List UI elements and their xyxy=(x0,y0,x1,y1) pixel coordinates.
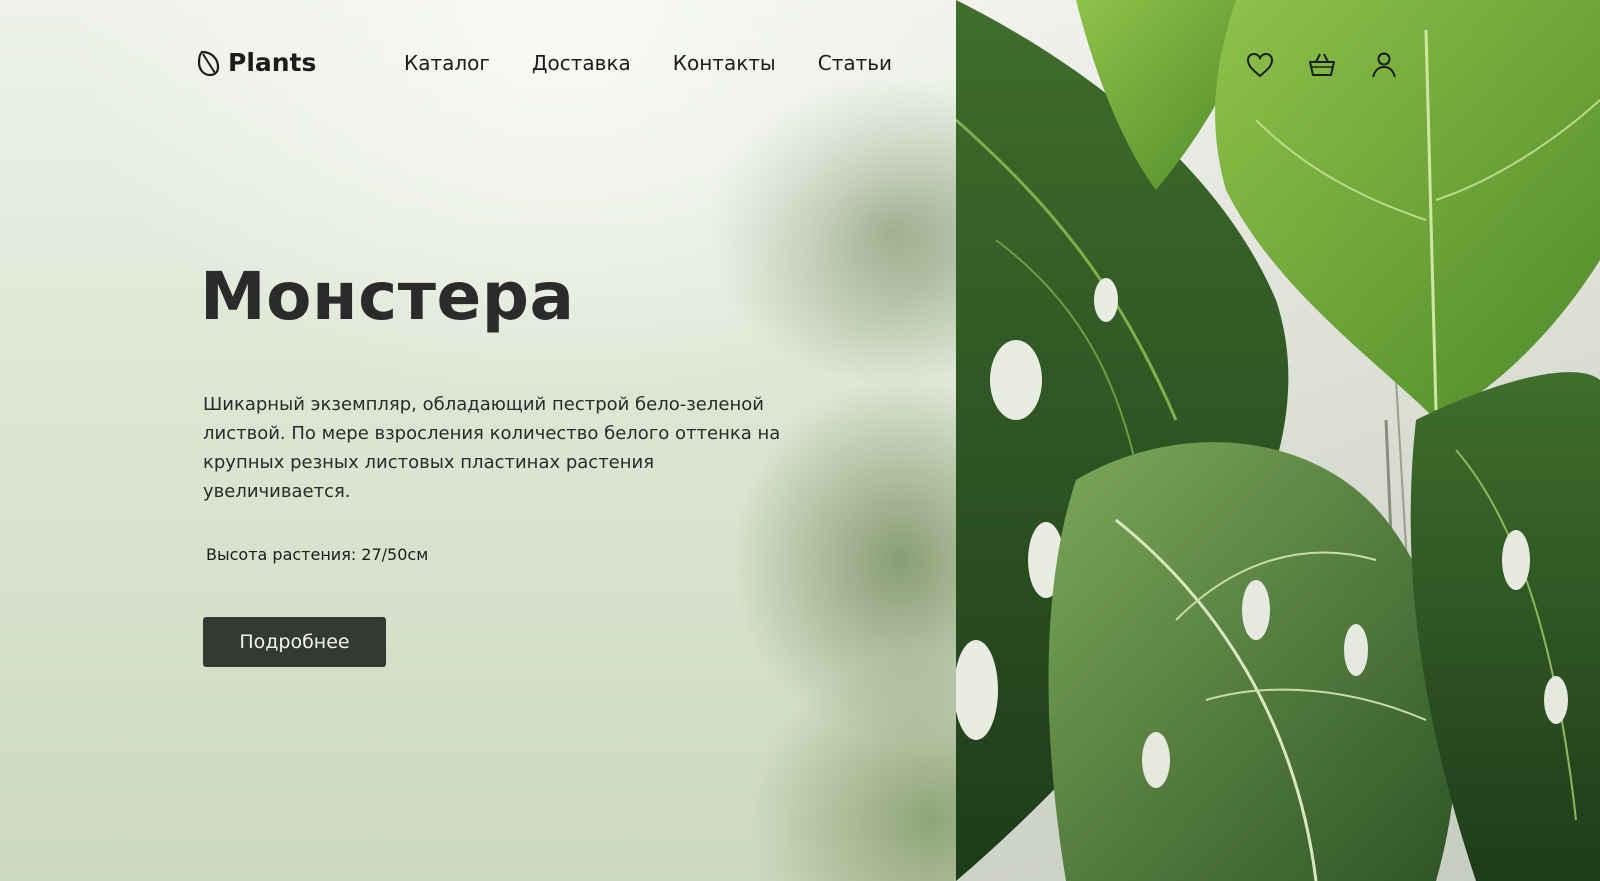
heart-icon xyxy=(1246,52,1274,78)
nav-delivery[interactable]: Доставка xyxy=(532,51,631,75)
details-button[interactable]: Подробнее xyxy=(203,617,386,667)
account-button[interactable] xyxy=(1368,49,1400,81)
logo[interactable]: Plants xyxy=(196,48,316,77)
nav-catalog[interactable]: Каталог xyxy=(404,51,490,75)
header-actions xyxy=(1244,49,1400,81)
nav-articles[interactable]: Статьи xyxy=(818,51,892,75)
logo-text: Plants xyxy=(228,48,317,77)
plant-description: Шикарный экземпляр, обладающий пестрой б… xyxy=(203,394,781,502)
page-title: Монстера xyxy=(200,258,575,335)
monstera-photo xyxy=(956,0,1600,881)
basket-icon xyxy=(1309,53,1335,76)
user-icon xyxy=(1372,52,1396,78)
main-nav: Каталог Доставка Контакты Статьи xyxy=(404,51,934,75)
favorites-button[interactable] xyxy=(1244,49,1276,81)
site-header: Plants Каталог Доставка Контакты Статьи xyxy=(0,0,1600,132)
cart-button[interactable] xyxy=(1306,49,1338,81)
leaf-logo-icon xyxy=(197,50,220,76)
plant-height: Высота растения: 27/50см xyxy=(206,545,429,564)
monstera-leaves-illustration xyxy=(956,0,1600,881)
nav-contacts[interactable]: Контакты xyxy=(673,51,776,75)
